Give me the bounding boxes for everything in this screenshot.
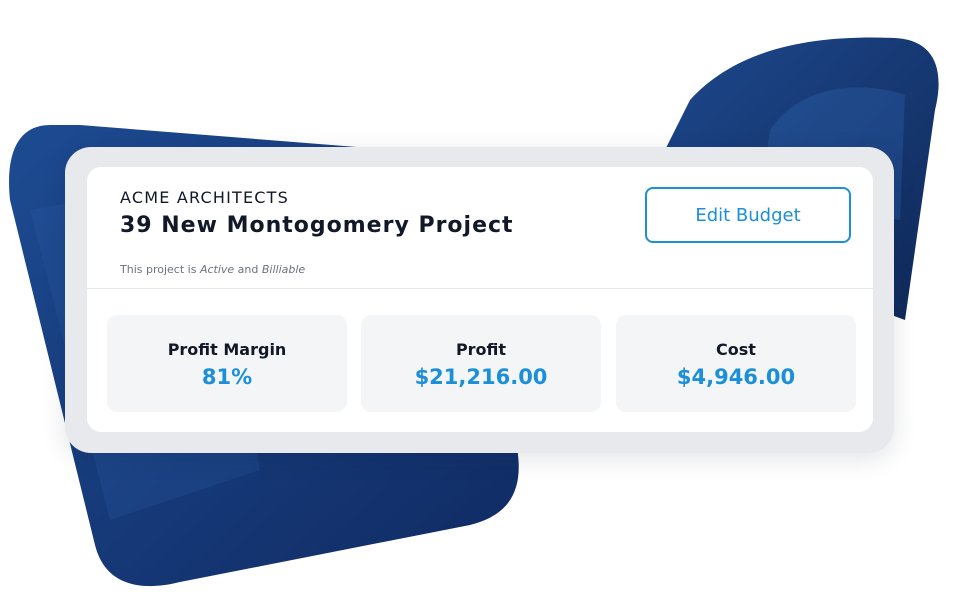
company-name: ACME ARCHITECTS [120,188,290,207]
metric-card-profit-margin: Profit Margin 81% [107,315,347,412]
metric-card-cost: Cost $4,946.00 [616,315,856,412]
status-connector: and [234,263,262,276]
status-billing: Billiable [261,263,306,276]
metric-label: Profit [455,340,507,359]
edit-budget-button[interactable]: Edit Budget [645,187,851,243]
project-title: 39 New Montogomery Project [120,213,514,238]
metric-label: Cost [716,340,756,359]
metric-value: $21,216.00 [414,365,548,389]
status-prefix: This project is [120,263,200,276]
metric-label: Profit Margin [167,340,287,359]
header-divider [87,288,873,289]
metric-value: 81% [201,365,253,389]
project-budget-card: ACME ARCHITECTS 39 New Montogomery Proje… [87,167,873,432]
metric-value: $4,946.00 [676,365,796,389]
metric-card-profit: Profit $21,216.00 [361,315,601,412]
status-state: Active [199,263,235,276]
project-status-line: This project is Active and Billiable [120,263,305,276]
